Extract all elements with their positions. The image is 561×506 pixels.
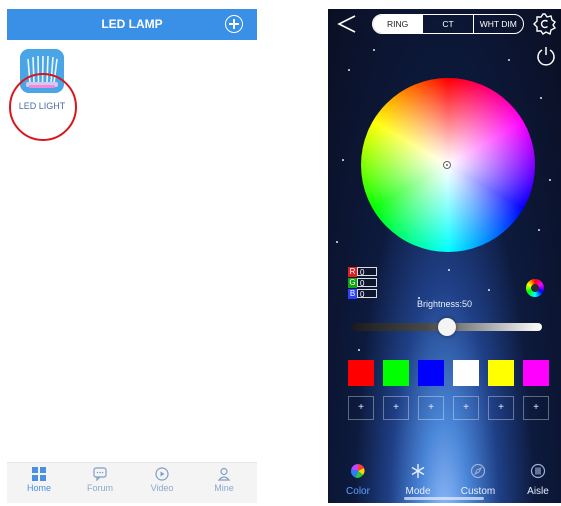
- star: [358, 349, 360, 351]
- play-icon: [155, 467, 169, 481]
- rgb-row-g: G 0: [348, 278, 378, 288]
- swatch-yellow[interactable]: [488, 360, 514, 386]
- star: [549, 179, 551, 181]
- power-icon[interactable]: [535, 45, 557, 67]
- left-screen: LED LAMP LED LIGHT Home Forum Video Mine: [7, 9, 257, 503]
- star: [538, 229, 540, 231]
- star: [348, 69, 350, 71]
- add-color-button[interactable]: +: [383, 396, 409, 420]
- rgb-row-r: R 0: [348, 267, 378, 277]
- preset-swatches: [348, 360, 549, 386]
- nav-label-forum: Forum: [86, 483, 113, 493]
- aisle-icon: [530, 463, 546, 479]
- add-device-button[interactable]: [225, 15, 243, 33]
- color-wheel-icon: [350, 464, 365, 478]
- color-wheel[interactable]: [361, 78, 535, 252]
- swatch-green[interactable]: [383, 360, 409, 386]
- swatch-magenta[interactable]: [523, 360, 549, 386]
- swatch-white[interactable]: [453, 360, 479, 386]
- add-color-button[interactable]: +: [348, 396, 374, 420]
- compass-icon: [470, 463, 486, 479]
- add-color-button[interactable]: +: [523, 396, 549, 420]
- tab-ct[interactable]: CT: [422, 15, 472, 33]
- snowflake-icon: [411, 464, 425, 478]
- nav-label-home: Home: [26, 483, 51, 493]
- star: [488, 289, 490, 291]
- swatch-red[interactable]: [348, 360, 374, 386]
- grid-icon: [32, 467, 46, 481]
- star: [336, 241, 338, 243]
- bottom-nav-right: Color Mode Custom Aisle: [328, 459, 561, 503]
- star: [373, 49, 375, 51]
- chat-icon: [93, 467, 107, 481]
- highlight-circle: [9, 73, 77, 141]
- add-color-button[interactable]: +: [453, 396, 479, 420]
- rgb-value[interactable]: 0: [357, 289, 377, 299]
- nav-label-mode: Mode: [405, 486, 431, 497]
- rgb-readout: R 0 G 0 B 0: [348, 267, 378, 299]
- add-color-button[interactable]: +: [418, 396, 444, 420]
- nav-custom[interactable]: Custom: [453, 463, 503, 497]
- device-tile[interactable]: LED LIGHT: [9, 47, 77, 141]
- back-arrow-icon[interactable]: [336, 13, 358, 35]
- swatch-blue[interactable]: [418, 360, 444, 386]
- rgb-key: B: [348, 289, 357, 299]
- nav-video[interactable]: Video: [142, 467, 182, 493]
- bottom-nav: Home Forum Video Mine: [7, 462, 257, 503]
- home-indicator: [404, 497, 484, 500]
- rgb-key: R: [348, 267, 357, 277]
- rgb-value[interactable]: 0: [357, 267, 377, 277]
- nav-mine[interactable]: Mine: [204, 467, 244, 493]
- rgb-row-b: B 0: [348, 289, 378, 299]
- brightness-label: Brightness:50: [416, 299, 473, 309]
- add-color-button[interactable]: +: [488, 396, 514, 420]
- star: [448, 269, 450, 271]
- mode-tabs: RING CT WHT DIM: [372, 14, 524, 34]
- nav-color[interactable]: Color: [333, 463, 383, 497]
- nav-label-custom: Custom: [460, 486, 496, 497]
- nav-mode[interactable]: Mode: [393, 463, 443, 497]
- tab-ring[interactable]: RING: [373, 15, 423, 33]
- color-picker-handle[interactable]: [443, 161, 451, 169]
- nav-home[interactable]: Home: [19, 467, 59, 493]
- nav-label-mine: Mine: [214, 483, 234, 493]
- star: [342, 159, 344, 161]
- nav-label-color: Color: [346, 486, 370, 497]
- nav-label-aisle: Aisle: [527, 486, 549, 497]
- color-wheel-button[interactable]: [526, 279, 544, 297]
- header-bar: LED LAMP: [7, 9, 257, 40]
- slider-knob[interactable]: [438, 318, 456, 336]
- rgb-value[interactable]: 0: [357, 278, 377, 288]
- user-icon: [217, 467, 231, 481]
- nav-aisle[interactable]: Aisle: [513, 463, 561, 497]
- custom-color-slots: + + + + + +: [348, 396, 549, 420]
- nav-forum[interactable]: Forum: [80, 467, 120, 493]
- page-title: LED LAMP: [101, 17, 163, 31]
- rgb-key: G: [348, 278, 357, 288]
- brightness-slider[interactable]: [352, 318, 542, 336]
- nav-label-video: Video: [150, 483, 174, 493]
- star: [540, 97, 542, 99]
- right-screen: RING CT WHT DIM R 0 G 0 B 0 Brightness:5…: [328, 9, 561, 503]
- star: [508, 59, 510, 61]
- tab-wht-dim[interactable]: WHT DIM: [472, 15, 523, 33]
- gear-icon[interactable]: [533, 12, 557, 36]
